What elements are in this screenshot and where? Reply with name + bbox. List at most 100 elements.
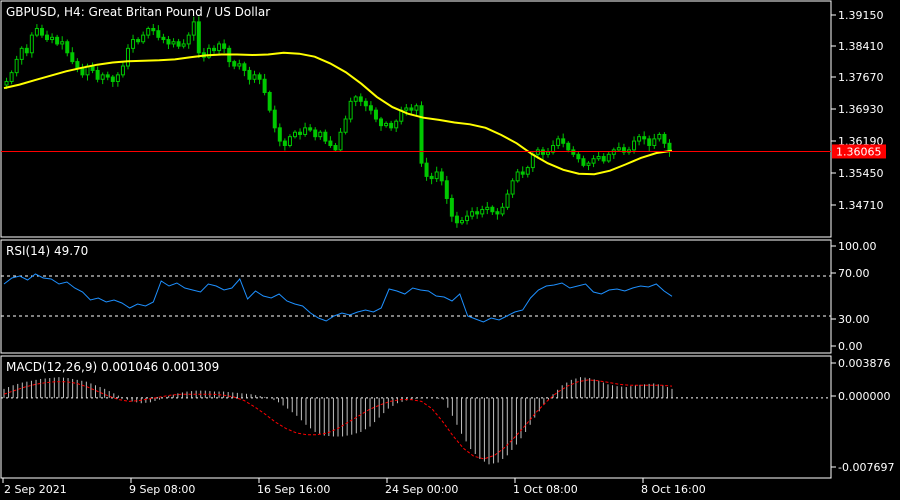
candle-body [171,41,176,45]
trading-chart[interactable]: GBPUSD, H4: Great Britan Pound / US Doll… [0,0,900,500]
candle-body [505,193,510,208]
rsi-levels [1,275,831,317]
candle-body [34,27,39,36]
candle-body [45,34,50,41]
rsi-pane-frame [0,239,832,354]
current-price-tag: 1.36065 [832,144,886,159]
candle-body [586,162,591,166]
price-tick: 1.36930 [838,103,884,116]
candle-body [637,136,642,142]
candle-body [535,149,540,155]
macd-histogram [3,377,673,465]
candle-body [277,127,282,142]
candle-body [546,151,551,155]
price-pane-frame [0,0,832,238]
candle-body [510,180,515,195]
candle-body [50,36,55,41]
candle-body [222,43,227,49]
candle-body [282,140,287,146]
candle-body [561,138,566,144]
candle-body [449,197,454,217]
candle-body [556,138,561,146]
price-tick: 1.34710 [838,199,884,212]
candle-body [353,96,358,102]
candle-body [363,100,368,107]
candle-body [525,167,530,175]
candle-body [485,206,490,211]
candle-body [70,52,75,63]
candle-body [358,96,363,102]
candle-body [368,105,373,111]
candle-body [348,100,353,120]
candle-body [257,74,262,80]
candle-body [606,153,611,162]
time-label: 2 Sep 2021 [4,483,67,496]
candle-body [146,27,151,36]
candle-body [379,118,384,127]
candle-body [338,131,343,151]
candle-body [14,58,19,74]
candle-body [394,120,399,129]
rsi-tick: 30.00 [838,313,870,326]
candle-body [272,109,277,129]
candle-body [475,211,480,215]
candle-body [196,21,201,54]
candle-body [343,118,348,133]
price-candles [4,16,672,228]
candle-body [333,144,338,151]
price-tick: 1.37670 [838,71,884,84]
candle-body [662,133,667,144]
candle-body [540,149,545,155]
candle-body [237,63,242,67]
candle-body [110,76,115,82]
time-label: 1 Oct 08:00 [513,483,578,496]
candle-body [212,47,217,52]
candle-body [328,140,333,146]
candle-body [657,133,662,140]
candle-body [298,131,303,135]
rsi-axis: 100.00 70.00 30.00 0.00 [831,240,877,353]
candle-body [303,127,308,135]
candle-body [151,27,156,32]
candle-body [287,136,292,146]
candle-body [55,36,60,45]
candle-body [313,129,318,138]
candle-body [611,149,616,155]
candle-body [647,138,652,146]
candle-body [384,122,389,127]
candle-body [247,69,252,80]
candle-body [9,72,14,82]
candle-body [389,122,394,129]
candle-body [434,171,439,180]
candle-body [515,171,520,182]
rsi-tick: 0.00 [838,340,863,353]
candle-body [566,142,571,151]
macd-tick: 0.003876 [838,357,891,370]
price-tick: 1.35450 [838,167,884,180]
time-label: 16 Sep 16:00 [257,483,330,496]
candle-body [95,69,100,80]
candle-body [652,138,657,146]
price-tick: 1.38410 [838,40,884,53]
rsi-line [3,273,673,323]
candle-body [323,131,328,142]
candle-body [414,105,419,111]
macd-pane-frame [0,355,832,479]
candle-body [439,171,444,182]
time-label: 9 Sep 08:00 [129,483,195,496]
rsi-tick: 70.00 [838,267,870,280]
candle-body [454,215,459,224]
candle-body [424,162,429,177]
candle-body [601,156,606,162]
macd-tick: 0.000000 [838,390,891,403]
rsi-tick: 100.00 [838,240,877,253]
time-label: 24 Sep 00:00 [385,483,458,496]
candle-body [459,220,464,224]
candle-body [131,39,136,49]
candle-body [495,211,500,215]
symbol-title: GBPUSD, H4: Great Britan Pound / US Doll… [6,5,270,19]
candle-body [217,43,222,52]
candle-body [490,206,495,213]
price-tick: 1.39150 [838,9,884,22]
time-label: 8 Oct 16:00 [641,483,706,496]
